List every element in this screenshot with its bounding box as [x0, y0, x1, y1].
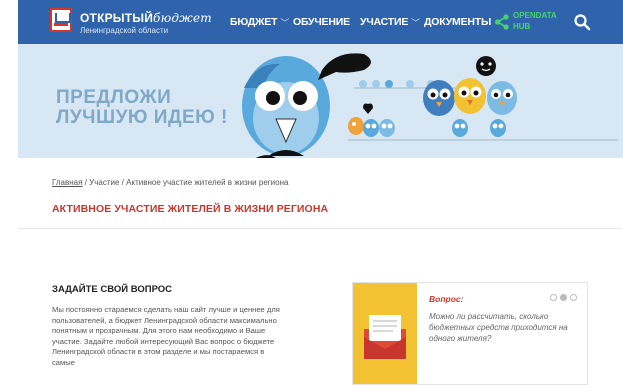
nav-label: УЧАСТИЕ: [360, 16, 409, 28]
card-image: [353, 283, 417, 384]
opendata-label: OPENDATA: [513, 11, 557, 20]
carousel-dots: [550, 294, 577, 301]
nav-label: БЮДЖЕТ: [230, 16, 278, 28]
carousel-dot[interactable]: [570, 294, 577, 301]
ask-question-title: ЗАДАЙТЕ СВОЙ ВОПРОС: [52, 284, 173, 295]
big-bird-icon: [242, 56, 330, 162]
speech-bubble-icon: [318, 53, 371, 80]
logo-title[interactable]: ОТКРЫТЫЙбюджет: [80, 11, 212, 25]
breadcrumb-home-link[interactable]: Главная: [52, 178, 82, 187]
breadcrumb-current: Активное участие жителей в жизни региона: [126, 178, 289, 187]
nav-item-education[interactable]: ОБУЧЕНИЕ: [293, 0, 350, 44]
logo-title-text: ОТКРЫТЫЙ: [80, 11, 154, 25]
question-card[interactable]: Вопрос: Можно ли рассчитать, сколько бюд…: [352, 282, 588, 385]
site-header: ОТКРЫТЫЙбюджет Ленинградской области БЮД…: [18, 0, 623, 44]
ask-question-text: Мы постоянно стараемся сделать наш сайт …: [52, 305, 280, 367]
carousel-dot[interactable]: [550, 294, 557, 301]
nav-label: ОБУЧЕНИЕ: [293, 16, 350, 28]
divider: [18, 228, 623, 229]
card-question-text: Можно ли рассчитать, сколько бюджетных с…: [429, 312, 568, 343]
nav-label: ДОКУМЕНТЫ: [424, 16, 492, 28]
card-question-label: Вопрос:: [429, 294, 464, 304]
breadcrumb-separator: /: [84, 178, 87, 187]
breadcrumb-separator: /: [121, 178, 124, 187]
breadcrumb: Главная / Участие / Активное участие жит…: [52, 178, 288, 187]
chevron-down-icon: ﹀: [411, 17, 420, 28]
nav-item-budget[interactable]: БЮДЖЕТ ﹀: [230, 0, 289, 44]
small-birds-icon: [348, 56, 517, 137]
page-title: АКТИВНОЕ УЧАСТИЕ ЖИТЕЛЕЙ В ЖИЗНИ РЕГИОНА: [52, 203, 329, 215]
hub-label: HUB: [513, 22, 531, 31]
share-icon: [494, 14, 509, 30]
carousel-dot-active[interactable]: [560, 294, 567, 301]
logo-subtitle: Ленинградской области: [80, 26, 169, 35]
chevron-down-icon: ﹀: [280, 17, 290, 28]
search-icon[interactable]: [573, 13, 591, 31]
logo-emblem-icon[interactable]: [50, 8, 72, 32]
hero-banner[interactable]: ПРЕДЛОЖИ ЛУЧШУЮ ИДЕЮ !: [18, 44, 623, 165]
nav-item-participation[interactable]: УЧАСТИЕ ﹀: [360, 0, 420, 44]
banner-bottom-strip: [18, 158, 623, 165]
breadcrumb-section[interactable]: Участие: [89, 178, 119, 187]
nav-item-documents[interactable]: ДОКУМЕНТЫ: [424, 0, 491, 44]
logo-title-script: бюджет: [153, 11, 212, 25]
envelope-icon: [364, 315, 406, 359]
birds-illustration: [242, 53, 618, 162]
page: ОТКРЫТЫЙбюджет Ленинградской области БЮД…: [18, 0, 623, 385]
